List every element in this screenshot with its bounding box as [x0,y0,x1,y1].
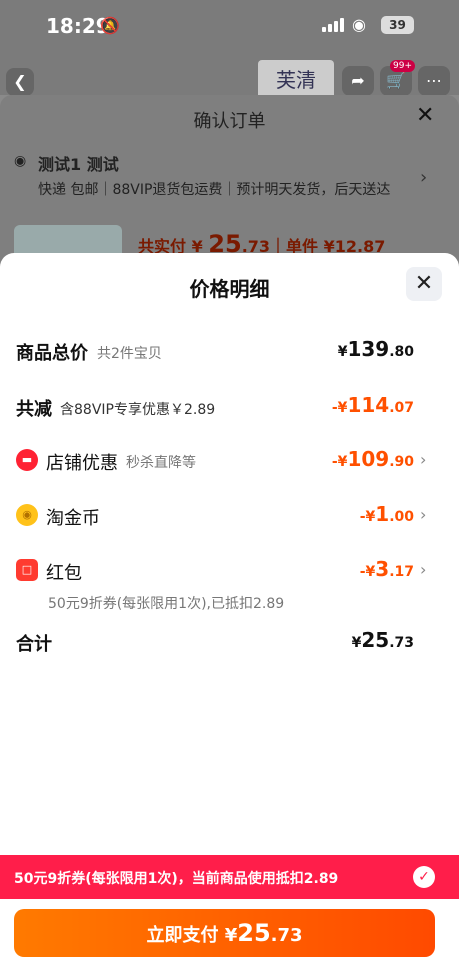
yen-sign: -¥ [359,509,376,525]
red-packet-amount[interactable]: -¥3.17 [360,557,414,581]
bell-off-icon: 🔕 [100,16,120,35]
cart-badge: 99+ [390,60,415,72]
battery-icon: 39 [381,16,414,34]
shop-discount-label[interactable]: 店铺优惠 [46,449,118,475]
sheet-close-button[interactable]: ✕ [406,267,442,301]
coupon-note: 50元9折券(每张限用1次),已抵扣2.89 [48,596,285,612]
goods-total-amount: ¥139.80 [338,337,414,361]
amount-dec: .00 [389,509,414,525]
more-icon[interactable]: ⋯ [418,66,450,96]
location-icon: ◉ [14,153,27,169]
wifi-icon: ◉ [352,15,366,34]
brand-logo: 芙清 [258,60,334,100]
amount-int: 3 [375,557,390,581]
shop-discount-amount[interactable]: -¥109.90 [332,447,414,471]
sheet-title: 价格明细 [189,277,270,301]
coin-label[interactable]: 淘金币 [46,504,100,530]
amount-dec: .80 [389,344,414,360]
yen-sign: -¥ [331,400,348,416]
share-icon[interactable]: ➦ [342,66,374,96]
amount-dec: .07 [389,400,414,416]
confirm-order-panel: 确认订单 ✕ ◉ 测试1 测试 快递 包邮｜88VIP退货包运费｜预计明天发货，… [0,95,459,265]
pay-button-dec: .73 [270,925,303,946]
amount-int: 114 [347,393,390,417]
pay-button-prefix: 立即支付 ¥ [146,925,238,946]
check-icon[interactable]: ✓ [413,866,435,888]
amount-dec: .17 [389,564,414,580]
amount-int: 139 [347,337,390,361]
yen-sign: ¥ [351,635,362,651]
chevron-right-icon[interactable]: › [420,560,426,579]
yen-sign: ¥ [337,344,348,360]
chevron-right-icon[interactable]: › [420,167,427,188]
shop-discount-icon: ▬ [16,449,38,471]
shop-discount-sub: 秒杀直降等 [126,455,196,471]
status-bar: 18:29 🔕 ◉ 39 [0,0,459,52]
coupon-banner[interactable]: 50元9折券(每张限用1次)，当前商品使用抵扣2.89 ✓ [0,855,459,899]
amount-int: 25 [361,628,390,652]
reduce-label: 共减 [16,399,52,420]
amount-dec: .90 [389,454,414,470]
pay-button-int: 25 [237,919,271,947]
red-packet-icon: □ [16,559,38,581]
pay-bar: 立即支付 ¥25.73 [0,899,459,965]
reduce-sub: 含88VIP专享优惠￥2.89 [60,402,216,418]
close-icon[interactable]: ✕ [416,103,434,128]
chevron-right-icon[interactable]: › [420,450,426,469]
total-label: 合计 [16,634,52,655]
yen-sign: -¥ [331,454,348,470]
red-packet-label[interactable]: 红包 [46,559,82,585]
confirm-order-title: 确认订单 [193,111,266,132]
amount-dec: .73 [389,635,414,651]
goods-total-sub: 共2件宝贝 [97,346,162,362]
chevron-right-icon[interactable]: › [420,505,426,524]
total-amount: ¥25.73 [352,628,414,652]
goods-total-label: 商品总价 [16,343,88,364]
coin-amount[interactable]: -¥1.00 [360,502,414,526]
signal-icon [322,18,346,32]
coin-icon: ◉ [16,504,38,526]
delivery-info: 快递 包邮｜88VIP退货包运费｜预计明天发货，后天送达 [38,182,391,198]
reduce-amount: -¥114.07 [332,393,414,417]
amount-int: 1 [375,502,390,526]
yen-sign: -¥ [359,564,376,580]
back-icon[interactable]: ❮ [6,68,34,96]
address-name[interactable]: 测试1 测试 [38,151,119,175]
pay-now-button[interactable]: 立即支付 ¥25.73 [14,909,435,957]
amount-int: 109 [347,447,390,471]
coupon-banner-text: 50元9折券(每张限用1次)，当前商品使用抵扣2.89 [14,871,339,887]
